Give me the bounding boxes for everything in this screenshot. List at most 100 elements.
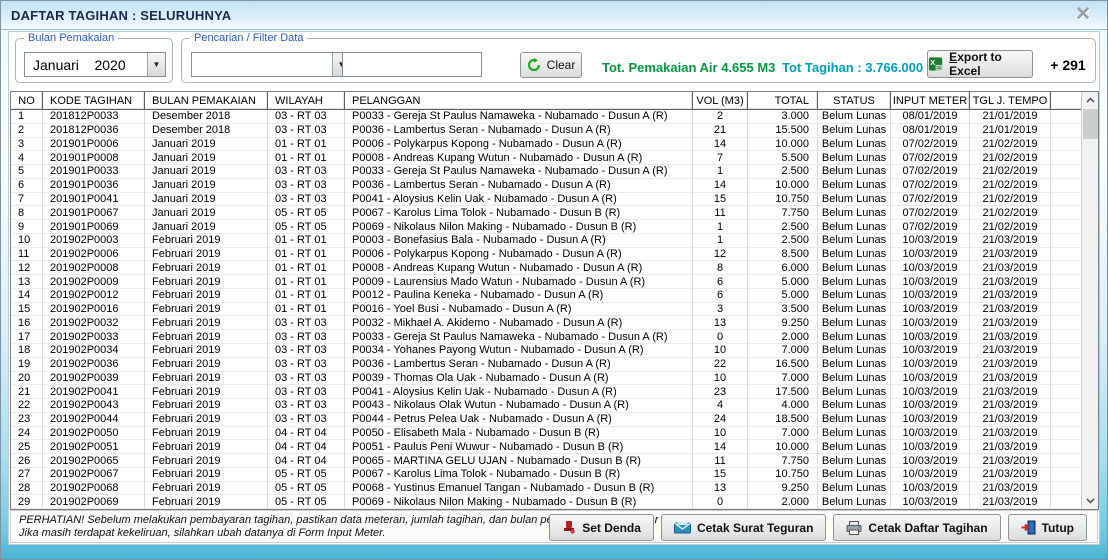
table-cell: Februari 2019 [145, 495, 268, 509]
table-cell: 2.000 [748, 495, 818, 509]
table-row[interactable]: 13201902P0009Februari 201901 - RT 01P000… [11, 275, 1082, 289]
table-cell: Belum Lunas [818, 372, 891, 386]
table-cell: P0043 - Nikolaus Olak Wutun - Nubamado -… [345, 399, 693, 413]
table-cell: P0003 - Bonefasius Bala - Nubamado - Dus… [345, 234, 693, 248]
table-row[interactable]: 3201901P0006Januari 201901 - RT 01P0006 … [11, 138, 1082, 152]
table-row[interactable]: 24201902P0050Februari 201904 - RT 04P005… [11, 427, 1082, 441]
chevron-down-icon[interactable]: ▼ [147, 53, 165, 76]
table-cell: P0050 - Elisabeth Mala - Nubamado - Dusu… [345, 427, 693, 441]
table-row[interactable]: 8201901P0067Januari 201905 - RT 05P0067 … [11, 206, 1082, 220]
table-row[interactable]: 11201902P0006Februari 201901 - RT 01P000… [11, 248, 1082, 262]
table-row[interactable]: 9201901P0069Januari 201905 - RT 05P0069 … [11, 220, 1082, 234]
table-row[interactable]: 16201902P0032Februari 201903 - RT 03P003… [11, 316, 1082, 330]
table-cell: 201902P0068 [43, 482, 145, 496]
table-cell: 4 [11, 151, 43, 165]
scroll-up-icon[interactable] [1082, 92, 1099, 108]
search-input[interactable] [342, 52, 482, 77]
tutup-label: Tutup [1042, 521, 1074, 535]
column-header[interactable]: TOTAL [748, 92, 818, 109]
table-cell: 08/01/2019 [891, 124, 970, 138]
column-header[interactable]: BULAN PEMAKAIAN [145, 92, 268, 109]
table-row[interactable]: 10201902P0003Februari 201901 - RT 01P000… [11, 234, 1082, 248]
close-icon[interactable]: ✕ [1075, 4, 1091, 26]
table-row[interactable]: 5201901P0033Januari 201903 - RT 03P0033 … [11, 165, 1082, 179]
vertical-scrollbar[interactable] [1081, 92, 1098, 509]
scroll-down-icon[interactable] [1082, 493, 1099, 509]
scrollbar-thumb[interactable] [1083, 109, 1098, 139]
table-cell: 27 [11, 468, 43, 482]
table-cell: 10/03/2019 [891, 372, 970, 386]
filter-combobox[interactable]: ▼ [191, 52, 351, 77]
column-header[interactable]: WILAYAH [268, 92, 345, 109]
table-cell: Desember 2018 [145, 124, 268, 138]
export-to-excel-button[interactable]: X Export to Excel [927, 50, 1033, 78]
column-header[interactable]: NO [11, 92, 43, 109]
table-cell: Belum Lunas [818, 303, 891, 317]
table-cell: 0 [693, 495, 748, 509]
table-row[interactable]: 29201902P0069Februari 201905 - RT 05P006… [11, 495, 1082, 509]
clear-button[interactable]: Clear [520, 52, 582, 78]
table-row[interactable]: 7201901P0041Januari 201903 - RT 03P0041 … [11, 193, 1082, 207]
tutup-button[interactable]: Tutup [1008, 514, 1087, 541]
column-header[interactable]: PELANGGAN [345, 92, 693, 109]
table-row[interactable]: 25201902P0051Februari 201904 - RT 04P005… [11, 440, 1082, 454]
exit-door-icon [1021, 520, 1036, 535]
table-cell: 10/03/2019 [891, 468, 970, 482]
table-row[interactable]: 18201902P0034Februari 201903 - RT 03P003… [11, 344, 1082, 358]
excel-icon: X [928, 56, 943, 72]
table-cell: 7.000 [748, 372, 818, 386]
table-row[interactable]: 26201902P0065Februari 201904 - RT 04P006… [11, 454, 1082, 468]
table-row[interactable]: 4201901P0008Januari 201901 - RT 01P0008 … [11, 151, 1082, 165]
table-row[interactable]: 15201902P0016Februari 201901 - RT 01P001… [11, 303, 1082, 317]
column-header[interactable]: INPUT METER [891, 92, 970, 109]
table-row[interactable]: 12201902P0008Februari 201901 - RT 01P000… [11, 261, 1082, 275]
table-cell: 11 [693, 206, 748, 220]
svg-text:X: X [930, 58, 935, 67]
table-row[interactable]: 27201902P0067Februari 201905 - RT 05P006… [11, 468, 1082, 482]
table-row[interactable]: 20201902P0039Februari 201903 - RT 03P003… [11, 372, 1082, 386]
table-cell: 201901P0033 [43, 165, 145, 179]
set-denda-button[interactable]: Set Denda [549, 514, 654, 541]
table-row[interactable]: 14201902P0012Februari 201901 - RT 01P001… [11, 289, 1082, 303]
table-row[interactable]: 6201901P0036Januari 201903 - RT 03P0036 … [11, 179, 1082, 193]
table-row[interactable]: 21201902P0041Februari 201903 - RT 03P004… [11, 385, 1082, 399]
table-cell: 201902P0065 [43, 454, 145, 468]
table-cell: 07/02/2019 [891, 179, 970, 193]
table-cell: 8 [693, 261, 748, 275]
table-row[interactable]: 19201902P0036Februari 201903 - RT 03P003… [11, 358, 1082, 372]
title-bar: DAFTAR TAGIHAN : SELURUHNYA ✕ [1, 1, 1107, 30]
table-cell: Februari 2019 [145, 316, 268, 330]
column-header[interactable]: KODE TAGIHAN [43, 92, 145, 109]
table-cell: Belum Lunas [818, 316, 891, 330]
column-header[interactable]: VOL (M3) [693, 92, 748, 109]
table-cell: Belum Lunas [818, 110, 891, 124]
cetak-daftar-tagihan-button[interactable]: Cetak Daftar Tagihan [833, 514, 1000, 541]
cetak-surat-teguran-label: Cetak Surat Teguran [697, 521, 813, 535]
table-row[interactable]: 22201902P0043Februari 201903 - RT 03P004… [11, 399, 1082, 413]
table-cell: 201901P0008 [43, 151, 145, 165]
table-cell: 03 - RT 03 [268, 316, 345, 330]
cetak-surat-teguran-button[interactable]: Cetak Surat Teguran [661, 514, 826, 541]
table-cell: 10/03/2019 [891, 454, 970, 468]
table-cell: 21/02/2019 [970, 179, 1051, 193]
table-cell: Belum Lunas [818, 413, 891, 427]
table-cell: 10.750 [748, 468, 818, 482]
table-row[interactable]: 17201902P0033Februari 201903 - RT 03P003… [11, 330, 1082, 344]
table-cell: Belum Lunas [818, 275, 891, 289]
table-cell: 03 - RT 03 [268, 110, 345, 124]
table-cell: 21/01/2019 [970, 124, 1051, 138]
bulan-pemakaian-combobox[interactable]: Januari 2020 ▼ [24, 52, 166, 77]
table-row[interactable]: 2201812P0036Desember 201803 - RT 03P0036… [11, 124, 1082, 138]
table-cell-filler [1051, 275, 1082, 289]
table-cell: 03 - RT 03 [268, 358, 345, 372]
table-cell: 07/02/2019 [891, 165, 970, 179]
table-cell: 201902P0034 [43, 344, 145, 358]
table-cell: 21/03/2019 [970, 330, 1051, 344]
column-header[interactable]: TGL J. TEMPO [970, 92, 1051, 109]
column-header[interactable]: STATUS [818, 92, 891, 109]
table-row[interactable]: 28201902P0068Februari 201905 - RT 05P006… [11, 482, 1082, 496]
table-row[interactable]: 23201902P0044Februari 201903 - RT 03P004… [11, 413, 1082, 427]
table-row[interactable]: 1201812P0033Desember 201803 - RT 03P0033… [11, 110, 1082, 124]
table-cell: 07/02/2019 [891, 151, 970, 165]
table-cell: 10.000 [748, 138, 818, 152]
